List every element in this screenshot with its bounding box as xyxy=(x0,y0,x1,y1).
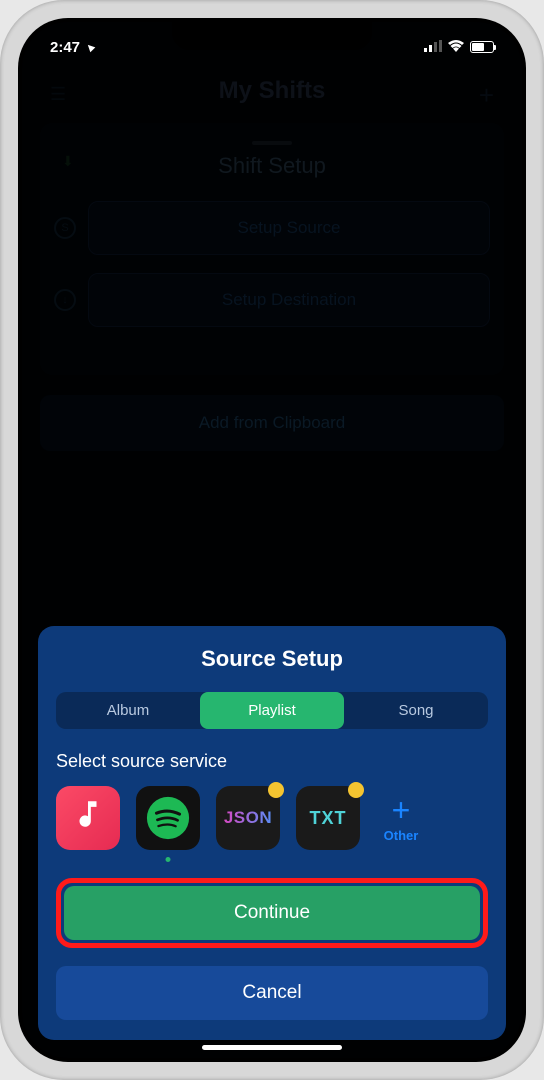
source-setup-sheet: Source Setup Album Playlist Song Select … xyxy=(38,626,506,1040)
service-json[interactable]: JSON xyxy=(216,786,280,850)
screen: 2:47 ▲ ☰ My Shifts + xyxy=(22,22,522,1058)
continue-button[interactable]: Continue xyxy=(64,886,480,940)
phone-frame: 2:47 ▲ ☰ My Shifts + xyxy=(0,0,544,1080)
modal-overlay[interactable]: Source Setup Album Playlist Song Select … xyxy=(22,22,522,1058)
type-segmented-control[interactable]: Album Playlist Song xyxy=(56,692,488,729)
service-txt[interactable]: TXT xyxy=(296,786,360,850)
selected-indicator-dot xyxy=(166,857,171,862)
service-spotify[interactable] xyxy=(136,786,200,850)
plus-icon: + xyxy=(392,794,411,826)
home-indicator[interactable] xyxy=(202,1045,342,1050)
music-note-icon xyxy=(71,797,105,839)
sheet-title: Source Setup xyxy=(56,646,488,672)
segment-song[interactable]: Song xyxy=(344,692,488,729)
cellular-icon xyxy=(424,39,442,56)
segment-playlist[interactable]: Playlist xyxy=(200,692,344,729)
status-time: 2:47 xyxy=(50,39,80,56)
cancel-button[interactable]: Cancel xyxy=(56,966,488,1020)
service-row: JSON TXT + Other xyxy=(56,786,488,850)
battery-icon xyxy=(470,41,494,53)
service-other[interactable]: + Other xyxy=(376,786,426,850)
premium-badge-icon xyxy=(268,782,284,798)
phone-bezel: 2:47 ▲ ☰ My Shifts + xyxy=(18,18,526,1062)
notch xyxy=(172,22,372,50)
service-apple-music[interactable] xyxy=(56,786,120,850)
select-service-label: Select source service xyxy=(56,751,488,772)
spotify-icon xyxy=(145,795,191,841)
segment-album[interactable]: Album xyxy=(56,692,200,729)
txt-label: TXT xyxy=(310,808,347,829)
continue-highlight: Continue xyxy=(56,878,488,948)
other-label: Other xyxy=(384,828,419,843)
wifi-icon xyxy=(448,39,464,56)
premium-badge-icon xyxy=(348,782,364,798)
location-icon: ▲ xyxy=(81,38,99,56)
json-label: JSON xyxy=(224,808,272,828)
